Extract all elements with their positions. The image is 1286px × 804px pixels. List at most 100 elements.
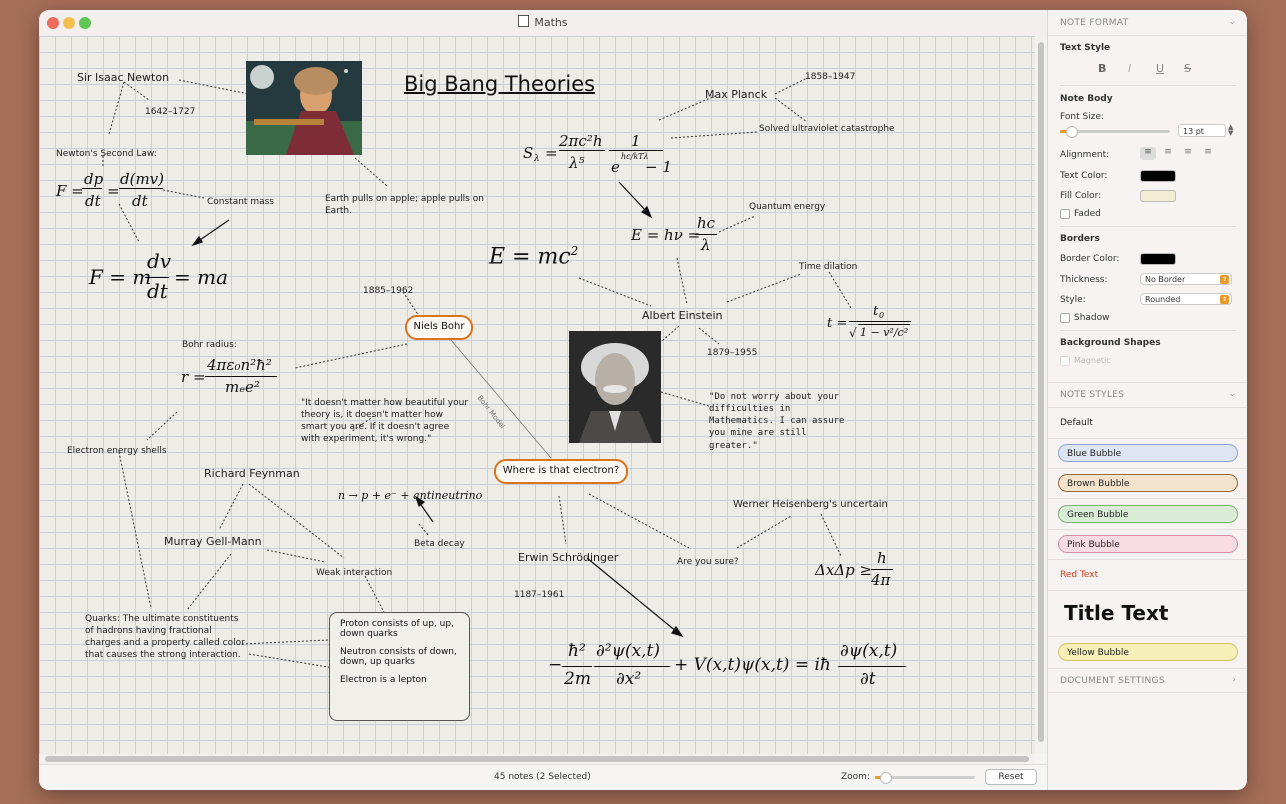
note-bohr-years[interactable]: 1885–1962 [363,285,413,297]
thickness-label: Thickness: [1060,275,1108,285]
note-body-heading: Note Body [1060,94,1113,104]
note-apple[interactable]: Earth pulls on apple; apple pulls on Ear… [325,193,490,217]
reset-zoom-button[interactable]: Reset [985,769,1037,785]
style-yellow-bubble[interactable]: Yellow Bubble [1058,643,1238,661]
bubble-where-electron[interactable]: Where is that electron? [494,459,628,484]
document-settings-header[interactable]: DOCUMENT SETTINGS [1060,676,1165,686]
bold-button[interactable]: B [1098,62,1106,75]
eq-bohr-numerator: 4πε₀n²ħ² [207,356,272,374]
note-weak-interaction[interactable]: Weak interaction [316,567,392,579]
style-default[interactable]: Default [1060,418,1093,428]
border-color-label: Border Color: [1060,254,1120,264]
style-green-bubble[interactable]: Green Bubble [1058,505,1238,523]
eq-mass-energy[interactable]: E = mc2 [489,244,578,269]
note-electron-shells[interactable]: Electron energy shells [67,445,167,457]
style-pink-bubble[interactable]: Pink Bubble [1058,535,1238,553]
magnetic-checkbox[interactable] [1060,356,1070,366]
eq-dmv: d(mv) [120,170,165,188]
text-color-well[interactable] [1140,170,1176,182]
eq-2m: 2m [564,669,591,689]
note-constant-mass[interactable]: Constant mass [207,196,274,208]
note-feynman-quote[interactable]: "It doesn't matter how beautiful your th… [301,397,471,446]
border-color-well[interactable] [1140,253,1176,265]
eq-dt-1: dt [85,192,101,210]
italic-button[interactable]: I [1128,62,1131,75]
notes-count: 45 notes (2 Selected) [494,772,591,782]
note-schrodinger-years[interactable]: 1187–1961 [514,589,564,601]
align-justify-icon[interactable]: ≡ [1200,147,1216,160]
magnetic-label: Magnetic [1074,356,1111,365]
note-planck-years[interactable]: 1858–1947 [805,71,855,83]
note-newton-years[interactable]: 1642–1727 [145,106,195,118]
thickness-popup[interactable]: No Border ⇕ [1140,273,1232,285]
strikethrough-button[interactable]: S [1184,62,1191,75]
zoom-slider[interactable] [875,772,975,784]
note-schrodinger[interactable]: Erwin Schrödinger [518,551,618,566]
bubble-niels-bohr[interactable]: Niels Bohr [405,315,473,340]
vertical-scroll-thumb[interactable] [1038,42,1044,742]
font-size-slider-knob[interactable] [1066,126,1078,138]
chevron-down-icon[interactable]: ⌄ [1228,17,1236,27]
horizontal-scrollbar[interactable] [39,754,1035,764]
align-left-icon[interactable]: ≡ [1140,147,1156,160]
note-gell-mann[interactable]: Murray Gell-Mann [164,535,262,550]
einstein-portrait-image[interactable] [569,331,661,443]
style-blue-bubble[interactable]: Blue Bubble [1058,444,1238,462]
background-shapes-heading: Background Shapes [1060,338,1161,348]
style-popup[interactable]: Rounded ⇕ [1140,293,1232,305]
align-right-icon[interactable]: ≡ [1180,147,1196,160]
note-einstein[interactable]: Albert Einstein [642,309,722,324]
faded-checkbox[interactable] [1060,209,1070,219]
style-brown-bubble[interactable]: Brown Bubble [1058,474,1238,492]
note-second-law[interactable]: Newton's Second Law: [56,148,157,160]
eq-t0: t [873,304,879,319]
font-size-field[interactable]: 13 pt [1178,124,1226,137]
shadow-checkbox[interactable] [1060,313,1070,323]
eq-planck-denominator: λ⁵ [569,154,585,172]
map-title[interactable]: Big Bang Theories [404,72,595,96]
horizontal-scroll-thumb[interactable] [45,756,1029,762]
vertical-scrollbar[interactable] [1035,36,1047,754]
note-time-dilation[interactable]: Time dilation [799,261,857,273]
chevron-down-icon[interactable]: ⌄ [1228,389,1236,399]
quark-composition-box[interactable]: Proton consists of up, up, down quarks N… [329,612,470,721]
newton-portrait-art [246,61,362,155]
note-einstein-years[interactable]: 1879–1955 [707,347,757,359]
note-beta-decay[interactable]: Beta decay [414,538,465,550]
eq-f-eq: F = [56,182,84,200]
note-einstein-quote[interactable]: "Do not worry about your difficulties in… [709,391,859,452]
note-format-header[interactable]: NOTE FORMAT [1060,18,1128,28]
document-icon [518,15,530,27]
font-size-label: Font Size: [1060,112,1104,122]
style-title-text[interactable]: Title Text [1064,601,1168,625]
eq-heis-lhs: ΔxΔp ≥ [815,561,873,579]
eq-planck-minus-one: − 1 [645,158,672,176]
style-red-text[interactable]: Red Text [1060,570,1098,580]
eq-beta-decay[interactable]: n → p + e⁻ + antineutrino [338,489,482,502]
align-center-icon[interactable]: ≡ [1160,147,1176,160]
font-size-stepper-icon[interactable]: ▲ ▼ [1228,124,1233,137]
eq-planck-s: S [523,144,534,162]
note-feynman[interactable]: Richard Feynman [204,467,300,482]
text-style-heading: Text Style [1060,43,1111,53]
font-size-slider[interactable] [1060,126,1170,138]
note-uv-catastrophe[interactable]: Solved ultraviolet catastrophe [759,123,895,135]
fill-color-well[interactable] [1140,190,1176,202]
newton-portrait-image[interactable] [246,61,362,155]
note-bohr-radius[interactable]: Bohr radius: [182,339,237,351]
note-planck[interactable]: Max Planck [705,88,767,103]
note-heisenberg[interactable]: Werner Heisenberg's uncertain [733,498,888,512]
note-quantum-energy[interactable]: Quantum energy [749,201,825,213]
note-styles-header[interactable]: NOTE STYLES [1060,390,1124,400]
note-newton[interactable]: Sir Isaac Newton [77,71,169,86]
underline-button[interactable]: U [1156,62,1164,75]
eq-equals-1: = [107,182,120,200]
note-quarks[interactable]: Quarks: The ultimate constituents of had… [85,613,247,662]
chevron-right-icon[interactable]: › [1232,675,1236,685]
root-sign: √ [849,326,857,340]
note-are-you-sure[interactable]: Are you sure? [677,556,739,568]
zoom-slider-knob[interactable] [880,772,892,784]
alignment-label: Alignment: [1060,150,1110,160]
eq-dp: dp [84,170,104,188]
mind-map-canvas[interactable]: Big Bang Theories Sir Isaac Newton 1642–… [39,36,1035,754]
